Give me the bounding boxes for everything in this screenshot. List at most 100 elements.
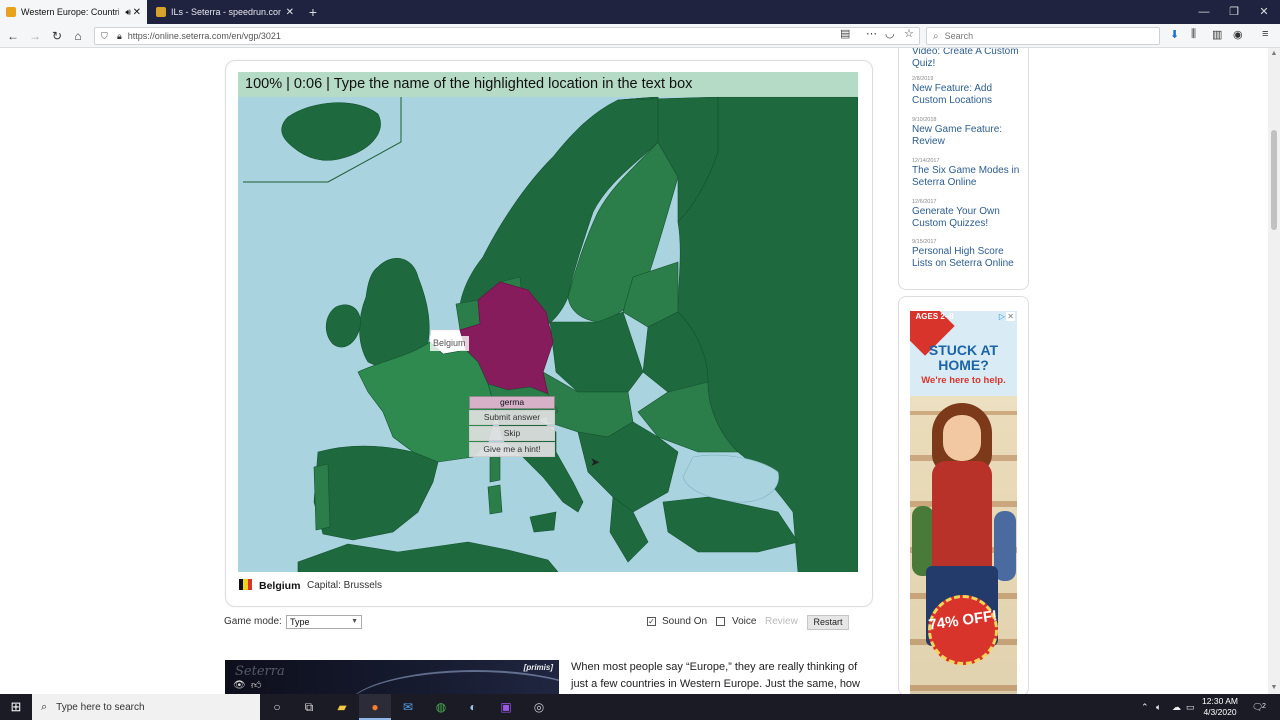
steam-icon[interactable]: ◐ xyxy=(457,694,489,720)
clock-time: 12:30 AM xyxy=(1202,696,1238,706)
news-item: 9/10/2018 New Game Feature: Review xyxy=(912,117,1027,147)
reload-icon[interactable]: ↻ xyxy=(48,27,66,45)
mail-icon[interactable]: ✉ xyxy=(392,694,424,720)
cortana-icon[interactable]: ○ xyxy=(261,694,293,720)
scroll-down-icon[interactable]: ▼ xyxy=(1268,682,1280,694)
url-bar[interactable]: ⛉ 🔒︎ https://online.seterra.com/en/vgp/3… xyxy=(94,27,920,45)
url-text[interactable]: https://online.seterra.com/en/vgp/3021 xyxy=(128,31,281,41)
news-item: 12/6/2017 Generate Your Own Custom Quizz… xyxy=(912,199,1027,229)
task-view-icon[interactable]: ⧉ xyxy=(293,694,325,720)
answer-input[interactable]: germa xyxy=(469,396,555,409)
news-item: 12/14/2017 The Six Game Modes in Seterra… xyxy=(912,158,1027,188)
account-icon[interactable]: ◉ xyxy=(1233,28,1243,41)
windows-start-icon[interactable]: ⊞ xyxy=(0,694,32,720)
tab-western-europe[interactable]: Western Europe: Countries 🔊︎ ✕ xyxy=(0,0,147,24)
reader-view-icon[interactable]: ▤ xyxy=(840,27,850,40)
sidebar-icon[interactable]: ▥ xyxy=(1212,28,1222,41)
voice-checkbox[interactable] xyxy=(716,617,725,626)
country-corsica[interactable] xyxy=(489,454,501,483)
country-sardinia[interactable] xyxy=(487,484,503,515)
close-tab-icon[interactable]: ✕ xyxy=(286,7,294,18)
sound-label[interactable]: Sound On xyxy=(662,616,707,627)
obs-icon[interactable]: ◎ xyxy=(523,694,555,720)
country-spain[interactable] xyxy=(313,445,439,541)
country-ireland[interactable] xyxy=(325,304,361,348)
news-link[interactable]: The Six Game Modes in Seterra Online xyxy=(912,165,1027,188)
voice-label[interactable]: Voice xyxy=(732,616,756,627)
back-icon[interactable]: ← xyxy=(4,27,22,45)
library-icon[interactable]: ⫼ xyxy=(1191,28,1196,41)
shield-icon[interactable]: ⛉ xyxy=(101,31,108,42)
tab-title: Western Europe: Countries xyxy=(21,7,119,17)
firefox-icon[interactable]: ● xyxy=(359,694,391,720)
volume-icon[interactable]: 🔈︎ xyxy=(1156,694,1161,720)
search-icon: ⌕ xyxy=(933,30,939,42)
tray-chevron-icon[interactable]: ⌃ xyxy=(1141,694,1149,720)
restart-button[interactable]: Restart xyxy=(807,615,849,630)
close-window-button[interactable]: ✕ xyxy=(1248,0,1280,24)
submit-answer-button[interactable]: Submit answer xyxy=(469,410,555,425)
taskbar-clock[interactable]: 12:30 AM 4/3/2020 xyxy=(1198,696,1242,718)
country-poland[interactable] xyxy=(549,311,644,393)
hint-button[interactable]: Give me a hint! xyxy=(469,442,555,457)
news-link[interactable]: New Game Feature: Review xyxy=(912,124,1027,147)
speaker-icon[interactable]: 🔊︎ xyxy=(125,7,131,18)
news-date: 2/8/2019 xyxy=(912,76,934,82)
news-link[interactable]: Video: Create A Custom Quiz! xyxy=(912,48,1027,69)
news-sidebar: Video: Create A Custom Quiz! 2/8/2019 Ne… xyxy=(898,48,1029,290)
new-tab-button[interactable]: + xyxy=(304,3,322,21)
country-turkey[interactable] xyxy=(662,496,799,553)
twitch-icon[interactable]: ▣ xyxy=(490,694,522,720)
search-bar[interactable]: ⌕ Search xyxy=(926,27,1160,45)
mouse-cursor-icon: ➤ xyxy=(590,455,601,469)
news-date: 12/6/2017 xyxy=(912,199,937,205)
video-player[interactable]: Seterra [primis] 👁︎ 👍︎ xyxy=(225,660,559,694)
onedrive-icon[interactable]: ☁ xyxy=(1172,694,1181,720)
game-mode-select[interactable]: Type ▼ xyxy=(286,615,362,629)
page-actions-icon[interactable]: ⋯ xyxy=(866,27,877,40)
country-name: Belgium xyxy=(259,580,301,592)
minimize-button[interactable]: — xyxy=(1188,0,1220,24)
scroll-up-icon[interactable]: ▲ xyxy=(1268,48,1280,60)
tab-speedrun[interactable]: ILs - Seterra - speedrun.com ✕ xyxy=(150,0,300,24)
map-svg[interactable] xyxy=(238,72,858,572)
sound-checkbox[interactable]: ✓ xyxy=(647,617,656,626)
ad-girl-face xyxy=(943,415,981,461)
taskbar-search[interactable]: ⌕ Type here to search xyxy=(32,694,260,720)
eye-icon[interactable]: 👁︎ xyxy=(233,680,246,691)
pocket-icon[interactable]: ◡ xyxy=(885,27,895,40)
ad-info-icon[interactable]: ▷ xyxy=(999,312,1005,321)
bookmark-star-icon[interactable]: ☆ xyxy=(904,27,914,40)
advertisement[interactable]: AGES 2–8 STUCK AT HOME? We're here to he… xyxy=(910,311,1017,694)
news-item: Video: Create A Custom Quiz! xyxy=(912,48,1027,69)
europe-map[interactable]: 100% | 0:06 | Type the name of the highl… xyxy=(238,72,858,572)
close-tab-icon[interactable]: ✕ xyxy=(133,7,141,18)
menu-icon[interactable]: ≡ xyxy=(1262,28,1268,40)
chrome-icon[interactable]: ◍ xyxy=(425,694,457,720)
ad-close-icon[interactable]: ✕ xyxy=(1006,312,1015,321)
news-item: 2/8/2019 New Feature: Add Custom Locatio… xyxy=(912,76,1027,106)
forward-icon[interactable]: → xyxy=(26,27,44,45)
thumbs-up-icon[interactable]: 👍︎ xyxy=(251,679,261,691)
home-icon[interactable]: ⌂ xyxy=(69,27,87,45)
video-sponsor: [primis] xyxy=(523,663,553,672)
review-link[interactable]: Review xyxy=(765,616,798,627)
network-icon[interactable]: ▭ xyxy=(1186,694,1195,720)
file-explorer-icon[interactable]: ▰ xyxy=(326,694,358,720)
lock-icon[interactable]: 🔒︎ xyxy=(117,31,122,42)
news-link[interactable]: Generate Your Own Custom Quizzes! xyxy=(912,206,1027,229)
news-date: 9/15/2017 xyxy=(912,239,937,245)
page-scrollbar[interactable]: ▲ ▼ xyxy=(1268,48,1280,694)
country-portugal[interactable] xyxy=(313,463,331,531)
restore-button[interactable]: ❐ xyxy=(1218,0,1250,24)
download-icon[interactable]: ⬇ xyxy=(1170,28,1179,41)
scrollbar-thumb[interactable] xyxy=(1271,130,1277,230)
browser-nav-bar: ← → ↻ ⌂ ⛉ 🔒︎ https://online.seterra.com/… xyxy=(0,24,1280,48)
answer-panel: germa Submit answer Skip Give me a hint! xyxy=(469,396,555,457)
news-link[interactable]: Personal High Score Lists on Seterra Onl… xyxy=(912,246,1027,269)
skip-button[interactable]: Skip xyxy=(469,426,555,441)
windows-taskbar: ⊞ ⌕ Type here to search ○ ⧉ ▰ ● ✉ ◍ ◐ ▣ … xyxy=(0,694,1280,720)
country-sicily[interactable] xyxy=(529,511,557,533)
news-link[interactable]: New Feature: Add Custom Locations xyxy=(912,83,1027,106)
country-iceland[interactable] xyxy=(281,102,381,161)
